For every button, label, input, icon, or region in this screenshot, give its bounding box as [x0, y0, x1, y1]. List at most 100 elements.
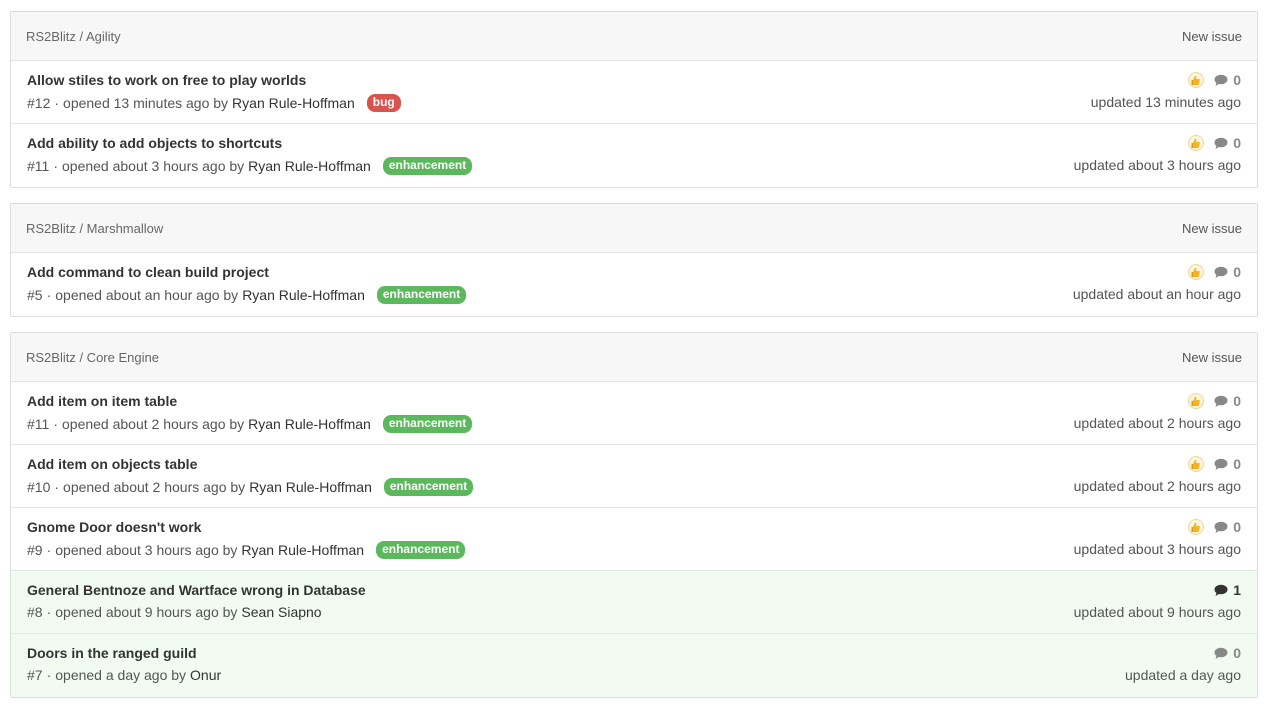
thumbs-up-icon[interactable]	[1188, 135, 1205, 151]
issue-meta: #5 · opened about an hour ago by Ryan Ru…	[27, 286, 467, 304]
issue-stats: 0	[1214, 645, 1241, 661]
opened-text: opened about 2 hours ago by	[62, 416, 245, 432]
issue-meta: #11 · opened about 3 hours ago by Ryan R…	[27, 157, 473, 175]
author-link[interactable]: Ryan Rule-Hoffman	[232, 95, 355, 111]
comment-icon	[1214, 521, 1228, 533]
comment-count: 1	[1233, 582, 1241, 598]
issue-meta: #11 · opened about 2 hours ago by Ryan R…	[27, 415, 473, 433]
issue-row: Doors in the ranged guild #7 · opened a …	[11, 634, 1257, 697]
new-issue-button[interactable]: New issue	[1182, 29, 1242, 44]
issue-number: #9	[27, 542, 43, 558]
opened-text: opened about an hour ago by	[55, 287, 239, 303]
author-link[interactable]: Ryan Rule-Hoffman	[249, 479, 372, 495]
issue-meta: #7 · opened a day ago by Onur	[27, 667, 221, 683]
comment-count: 0	[1233, 393, 1241, 409]
updated-text: updated a day ago	[1125, 667, 1241, 683]
issue-title[interactable]: Add command to clean build project	[27, 264, 269, 280]
panel-header: RS2Blitz / Core Engine New issue	[11, 333, 1257, 382]
separator: ·	[54, 95, 60, 111]
label-enhancement[interactable]: enhancement	[383, 478, 474, 496]
thumbs-up-icon[interactable]	[1188, 456, 1205, 472]
label-enhancement[interactable]: enhancement	[382, 157, 473, 175]
issue-row: General Bentnoze and Wartface wrong in D…	[11, 571, 1257, 634]
updated-text: updated about 3 hours ago	[1073, 541, 1241, 557]
repo-name[interactable]: RS2Blitz / Marshmallow	[26, 221, 163, 236]
author-link[interactable]: Ryan Rule-Hoffman	[241, 542, 364, 558]
separator: ·	[46, 287, 52, 303]
opened-text: opened about 3 hours ago by	[55, 542, 238, 558]
thumbs-up-icon[interactable]	[1188, 72, 1205, 88]
issue-row: Add ability to add objects to shortcuts …	[11, 124, 1257, 187]
opened-text: opened a day ago by	[55, 667, 187, 683]
comment-icon	[1214, 458, 1228, 470]
issue-meta: #12 · opened 13 minutes ago by Ryan Rule…	[27, 94, 401, 112]
issue-stats: 1	[1214, 582, 1241, 598]
comment-count: 0	[1233, 72, 1241, 88]
comment-icon	[1214, 647, 1228, 659]
author-link[interactable]: Ryan Rule-Hoffman	[248, 158, 371, 174]
updated-text: updated about 2 hours ago	[1073, 415, 1241, 431]
label-enhancement[interactable]: enhancement	[376, 286, 467, 304]
repo-name[interactable]: RS2Blitz / Core Engine	[26, 350, 159, 365]
separator: ·	[46, 542, 52, 558]
issue-stats: 0	[1188, 135, 1241, 151]
issue-row: Add item on objects table #10 · opened a…	[11, 445, 1257, 508]
repo-panel-core-engine: RS2Blitz / Core Engine New issue Add ite…	[10, 332, 1258, 698]
issue-stats: 0	[1188, 72, 1241, 88]
opened-text: opened about 3 hours ago by	[62, 158, 245, 174]
author-link[interactable]: Ryan Rule-Hoffman	[242, 287, 365, 303]
label-enhancement[interactable]: enhancement	[376, 541, 466, 559]
comment-icon	[1214, 266, 1228, 278]
label-bug[interactable]: bug	[366, 94, 401, 112]
issue-number: #5	[27, 287, 43, 303]
new-issue-button[interactable]: New issue	[1182, 350, 1242, 365]
issue-row: Allow stiles to work on free to play wor…	[11, 61, 1257, 124]
author-link[interactable]: Onur	[190, 667, 221, 683]
author-link[interactable]: Ryan Rule-Hoffman	[248, 416, 371, 432]
issue-stats: 0	[1188, 264, 1241, 280]
updated-text: updated about an hour ago	[1072, 286, 1241, 302]
issue-title[interactable]: Doors in the ranged guild	[27, 645, 197, 661]
comment-count: 0	[1233, 645, 1241, 661]
repo-panel-agility: RS2Blitz / Agility New issue Allow stile…	[10, 11, 1258, 188]
panel-header: RS2Blitz / Marshmallow New issue	[11, 204, 1257, 253]
separator: ·	[53, 158, 58, 174]
comment-count: 0	[1233, 135, 1241, 151]
separator: ·	[53, 416, 58, 432]
comment-icon	[1214, 395, 1228, 407]
new-issue-button[interactable]: New issue	[1182, 221, 1242, 236]
thumbs-up-icon[interactable]	[1188, 393, 1205, 409]
thumbs-up-icon[interactable]	[1188, 519, 1205, 535]
issue-title[interactable]: Add ability to add objects to shortcuts	[27, 135, 282, 151]
thumbs-up-icon[interactable]	[1188, 264, 1205, 280]
repo-panel-marshmallow: RS2Blitz / Marshmallow New issue Add com…	[10, 203, 1258, 317]
issue-title[interactable]: Add item on item table	[27, 393, 177, 409]
separator: ·	[54, 479, 60, 495]
comment-icon	[1214, 74, 1228, 86]
comment-count: 0	[1233, 264, 1241, 280]
issue-meta: #10 · opened about 2 hours ago by Ryan R…	[27, 478, 474, 496]
panel-header: RS2Blitz / Agility New issue	[11, 12, 1257, 61]
issue-stats: 0	[1188, 519, 1241, 535]
label-enhancement[interactable]: enhancement	[382, 415, 473, 433]
comment-icon	[1214, 584, 1228, 596]
issue-title[interactable]: General Bentnoze and Wartface wrong in D…	[27, 582, 366, 598]
issue-number: #11	[27, 158, 50, 174]
separator: ·	[46, 604, 52, 620]
issue-title[interactable]: Gnome Door doesn't work	[27, 519, 201, 535]
updated-text: updated about 9 hours ago	[1073, 604, 1241, 620]
issue-number: #11	[27, 416, 50, 432]
repo-name[interactable]: RS2Blitz / Agility	[26, 29, 121, 44]
comment-count: 0	[1233, 519, 1241, 535]
comment-icon	[1214, 137, 1228, 149]
issue-stats: 0	[1188, 393, 1241, 409]
comment-count: 0	[1233, 456, 1241, 472]
issue-number: #8	[27, 604, 43, 620]
issue-number: #7	[27, 667, 43, 683]
issue-title[interactable]: Allow stiles to work on free to play wor…	[27, 72, 306, 88]
issue-meta: #8 · opened about 9 hours ago by Sean Si…	[27, 604, 322, 620]
issue-number: #10	[27, 479, 51, 495]
updated-text: updated about 3 hours ago	[1073, 157, 1241, 173]
issue-title[interactable]: Add item on objects table	[27, 456, 197, 472]
author-link[interactable]: Sean Siapno	[241, 604, 321, 620]
